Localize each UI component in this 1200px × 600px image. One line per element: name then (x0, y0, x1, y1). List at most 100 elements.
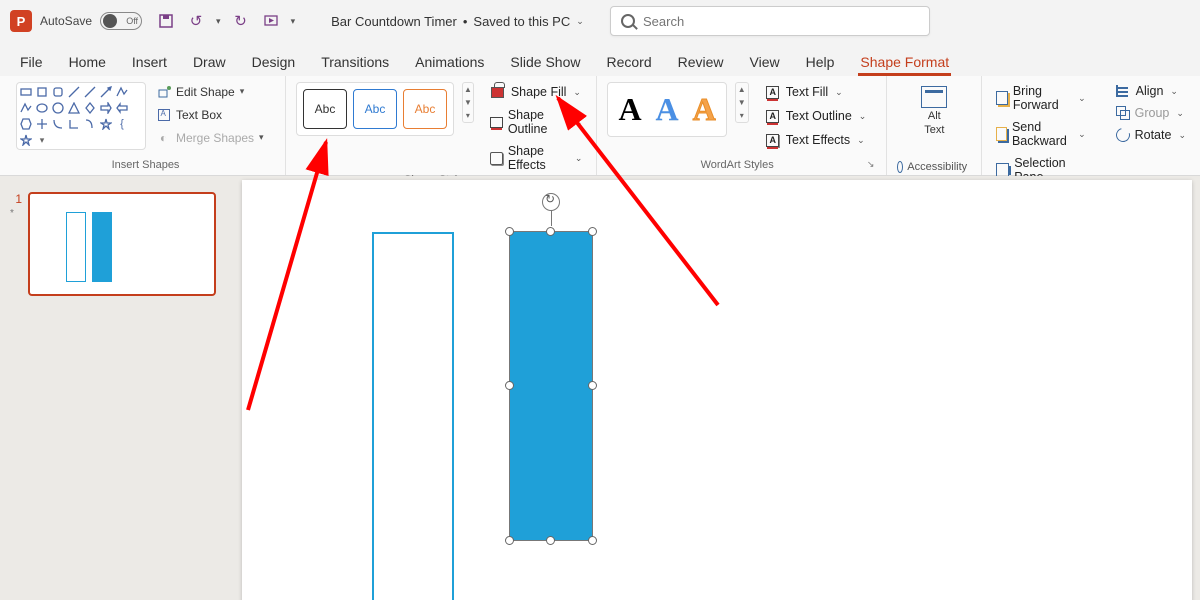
slide-number: 1 (10, 192, 22, 206)
align-button[interactable]: Align ⌄ (1112, 82, 1190, 100)
send-backward-icon (996, 127, 1007, 141)
edit-shape-button[interactable]: Edit Shape ▾ (152, 82, 268, 101)
text-fill-icon: A (765, 84, 781, 100)
edit-shape-icon (156, 84, 171, 99)
from-beginning-icon[interactable] (261, 11, 281, 31)
animation-marker-icon: * (10, 208, 22, 219)
group-button: Group ⌄ (1112, 104, 1190, 122)
resize-handle[interactable] (546, 227, 555, 236)
wordart-preset-1[interactable]: A (618, 91, 641, 128)
rotate-button[interactable]: Rotate ⌄ (1112, 126, 1190, 144)
text-fill-button[interactable]: AText Fill⌄ (761, 82, 871, 102)
autosave-label: AutoSave (40, 14, 92, 28)
tab-record[interactable]: Record (604, 48, 653, 76)
wordart-launcher-icon[interactable]: ↘ (867, 159, 877, 173)
shape-effects-icon (490, 150, 503, 166)
resize-handle[interactable] (588, 381, 597, 390)
group-wordart-styles: A A A ▲▼▾ AText Fill⌄ AText Outline⌄ ATe… (597, 76, 887, 175)
group-label-accessibility: Accessibility (907, 161, 967, 173)
shape-rectangle-outline[interactable] (372, 232, 454, 600)
title-bar: AutoSave Off ↺ ▾ ↻ ▾ Bar Countdown Timer… (0, 0, 1200, 42)
send-backward-button[interactable]: Send Backward ⌄ (992, 118, 1089, 150)
shape-effects-button[interactable]: Shape Effects⌄ (486, 142, 587, 174)
tab-review[interactable]: Review (676, 48, 726, 76)
undo-dropdown-icon[interactable]: ▾ (216, 16, 221, 27)
style-preset-2[interactable]: Abc (353, 89, 397, 129)
resize-handle[interactable] (505, 227, 514, 236)
align-icon (1116, 85, 1131, 97)
autosave-toggle[interactable]: Off (100, 12, 142, 30)
merge-shapes-icon: ◐ (156, 130, 171, 145)
search-icon (621, 14, 635, 28)
resize-handle[interactable] (588, 536, 597, 545)
tab-slideshow[interactable]: Slide Show (508, 48, 582, 76)
alt-text-button[interactable]: Alt Text (913, 82, 955, 140)
merge-shapes-button: ◐Merge Shapes ▾ (152, 128, 268, 147)
alt-text-icon (921, 86, 947, 108)
tab-draw[interactable]: Draw (191, 48, 228, 76)
tab-shape-format[interactable]: Shape Format (858, 48, 951, 76)
undo-icon[interactable]: ↺ (186, 11, 206, 31)
text-box-icon (156, 107, 171, 122)
tab-animations[interactable]: Animations (413, 48, 486, 76)
thumbnail-pane[interactable]: 1 * (0, 176, 232, 600)
accessibility-icon (897, 161, 903, 173)
ribbon: { ▾ Edit Shape ▾ Text Box ◐Merge Shapes … (0, 76, 1200, 176)
resize-handle[interactable] (546, 536, 555, 545)
resize-handle[interactable] (505, 536, 514, 545)
rotate-handle[interactable] (542, 193, 560, 211)
search-box[interactable] (610, 6, 930, 36)
tab-home[interactable]: Home (67, 48, 108, 76)
tab-design[interactable]: Design (250, 48, 298, 76)
text-outline-button[interactable]: AText Outline⌄ (761, 106, 871, 126)
bring-forward-button[interactable]: Bring Forward ⌄ (992, 82, 1089, 114)
ribbon-tabs: File Home Insert Draw Design Transitions… (0, 42, 1200, 76)
bring-forward-icon (996, 91, 1008, 105)
app-icon (10, 10, 32, 32)
workspace: 1 * (0, 176, 1200, 600)
group-label-wordart: WordArt Styles (607, 159, 866, 173)
shape-fill-button[interactable]: Shape Fill⌄ (486, 82, 587, 102)
slide-thumbnail-1[interactable] (28, 192, 216, 296)
wordart-gallery-scroll[interactable]: ▲▼▾ (735, 82, 749, 123)
save-icon[interactable] (156, 11, 176, 31)
text-box-button[interactable]: Text Box (152, 105, 268, 124)
resize-handle[interactable] (505, 381, 514, 390)
tab-help[interactable]: Help (804, 48, 837, 76)
slide-1[interactable] (242, 180, 1192, 600)
group-shape-styles: Abc Abc Abc ▲▼▾ Shape Fill⌄ Shape Outlin… (286, 76, 597, 175)
shape-outline-button[interactable]: Shape Outline⌄ (486, 106, 587, 138)
tab-file[interactable]: File (18, 48, 45, 76)
selection-handles[interactable] (503, 225, 599, 547)
shape-outline-icon (490, 114, 503, 130)
group-arrange: Bring Forward ⌄ Send Backward ⌄ Selectio… (982, 76, 1200, 175)
qat-more-icon[interactable]: ▾ (291, 16, 296, 27)
group-insert-shapes: { ▾ Edit Shape ▾ Text Box ◐Merge Shapes … (6, 76, 286, 175)
text-outline-icon: A (765, 108, 781, 124)
tab-transitions[interactable]: Transitions (319, 48, 391, 76)
rotate-icon (1113, 125, 1132, 144)
quick-access-toolbar: ↺ ▾ ↻ ▾ (156, 11, 295, 31)
group-label-insert-shapes: Insert Shapes (16, 159, 275, 173)
wordart-gallery[interactable]: A A A (607, 82, 726, 137)
gallery-scroll[interactable]: ▲▼▾ (462, 82, 474, 123)
redo-icon[interactable]: ↻ (231, 11, 251, 31)
wordart-preset-2[interactable]: A (656, 91, 679, 128)
search-input[interactable] (643, 14, 919, 29)
style-preset-3[interactable]: Abc (403, 89, 447, 129)
tab-insert[interactable]: Insert (130, 48, 169, 76)
slide-canvas[interactable] (232, 176, 1200, 600)
text-effects-button[interactable]: AText Effects⌄ (761, 130, 871, 150)
shapes-gallery[interactable]: { ▾ (16, 82, 146, 150)
document-title[interactable]: Bar Countdown Timer•Saved to this PC⌄ (331, 14, 584, 29)
resize-handle[interactable] (588, 227, 597, 236)
group-icon (1116, 106, 1130, 120)
shape-styles-gallery[interactable]: Abc Abc Abc (296, 82, 454, 136)
group-accessibility: Alt Text Accessibility (887, 76, 982, 175)
shape-fill-icon (490, 84, 506, 100)
tab-view[interactable]: View (748, 48, 782, 76)
wordart-preset-3[interactable]: A (693, 91, 716, 128)
selection-pane-icon (996, 163, 1009, 177)
style-preset-1[interactable]: Abc (303, 89, 347, 129)
text-effects-icon: A (765, 132, 781, 148)
